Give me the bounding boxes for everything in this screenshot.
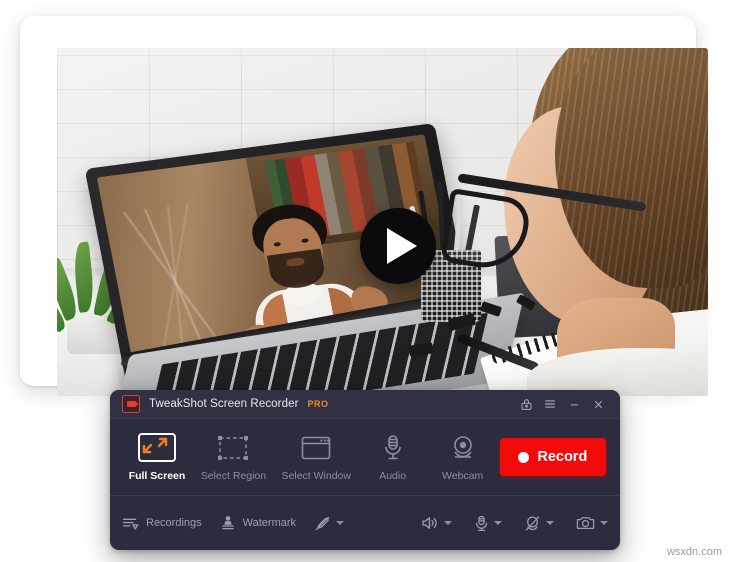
recordings-list-icon (122, 516, 139, 531)
select-window-icon (300, 433, 332, 463)
chevron-down-icon[interactable] (600, 521, 608, 525)
bottom-toolbar-right-group (399, 515, 608, 532)
minimize-icon[interactable] (563, 393, 585, 415)
screenshot-lock-icon[interactable] (515, 393, 537, 415)
speaker-button[interactable] (421, 515, 452, 531)
title-bar: TweakShot Screen Recorder PRO (110, 390, 620, 419)
record-button-label: Record (537, 449, 588, 465)
pen-disabled-button[interactable] (314, 515, 345, 532)
tweakshot-camera-logo (122, 395, 140, 413)
mode-audio[interactable]: Audio (360, 433, 426, 482)
select-region-icon (217, 433, 249, 463)
camera-icon (576, 515, 595, 531)
webcam-off-icon (524, 515, 541, 532)
watermark-button[interactable]: Watermark (220, 515, 296, 531)
chevron-down-icon[interactable] (494, 521, 502, 525)
mode-select-region[interactable]: Select Region (194, 433, 273, 482)
hero-photo (57, 48, 708, 396)
menu-hamburger-icon[interactable] (539, 393, 561, 415)
speaker-icon (421, 515, 439, 531)
close-icon[interactable] (587, 393, 609, 415)
mode-label: Webcam (442, 469, 484, 482)
mode-label: Full Screen (128, 469, 186, 482)
recorder-window: TweakShot Screen Recorder PRO Full Scree… (110, 390, 620, 550)
recordings-button[interactable]: Recordings (122, 516, 202, 531)
chevron-down-icon[interactable] (444, 521, 452, 525)
recordings-label: Recordings (146, 517, 202, 529)
bottom-toolbar: Recordings Watermark (110, 496, 620, 550)
camera-button[interactable] (576, 515, 608, 531)
capture-mode-bar: Full Screen Select Region Select Window … (110, 419, 620, 496)
microphone-icon (474, 515, 489, 532)
watermark-stamp-icon (220, 515, 236, 531)
record-button[interactable]: Record (499, 438, 606, 476)
chevron-down-icon[interactable] (336, 521, 345, 525)
webcam-icon (449, 433, 477, 463)
hero-card (20, 16, 708, 396)
full-screen-icon (138, 433, 176, 463)
site-watermark: wsxdn.com (666, 546, 722, 558)
chevron-down-icon[interactable] (546, 521, 554, 525)
watermark-label: Watermark (242, 517, 297, 529)
pen-disabled-icon (314, 515, 331, 532)
mode-full-screen[interactable]: Full Screen (124, 433, 190, 482)
mode-select-window[interactable]: Select Window (277, 433, 356, 482)
pro-badge: PRO (307, 399, 329, 409)
mode-label: Select Window (281, 469, 351, 482)
microphone-icon (382, 433, 404, 463)
photo-vignette (57, 48, 708, 396)
mode-webcam[interactable]: Webcam (430, 433, 496, 482)
app-title: TweakShot Screen Recorder (149, 398, 299, 410)
record-dot-icon (518, 451, 530, 463)
mode-label: Select Region (200, 469, 267, 482)
microphone-button[interactable] (474, 515, 502, 532)
mode-label: Audio (379, 469, 407, 482)
webcam-off-button[interactable] (524, 515, 554, 532)
